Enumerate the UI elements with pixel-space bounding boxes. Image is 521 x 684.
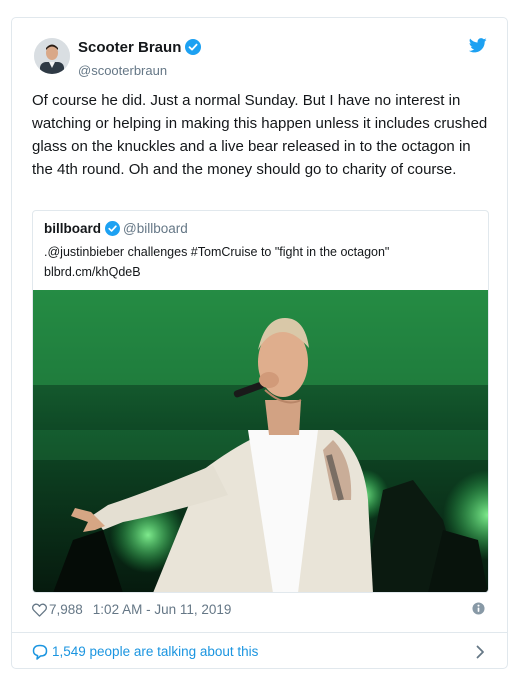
tweet-timestamp[interactable]: 1:02 AM - Jun 11, 2019 — [93, 602, 232, 617]
conversation-link[interactable]: 1,549 people are talking about this — [32, 642, 487, 662]
quoted-text: .@justinbieber challenges #TomCruise to … — [44, 242, 478, 282]
chevron-right-icon[interactable] — [476, 645, 485, 665]
speech-bubble-icon — [32, 644, 48, 666]
author-display-name[interactable]: Scooter Braun — [78, 38, 202, 60]
verified-badge-icon — [105, 221, 120, 241]
tweet-text: Of course he did. Just a normal Sunday. … — [32, 92, 488, 178]
author-handle[interactable]: @scooterbraun — [78, 62, 201, 80]
author-names: Scooter Braun @scooterbraun — [78, 38, 202, 80]
verified-badge-icon — [185, 39, 202, 60]
quoted-body: .@justinbieber challenges #TomCruise to … — [44, 245, 390, 259]
quoted-photo[interactable] — [33, 290, 488, 592]
heart-icon[interactable] — [32, 603, 47, 622]
divider — [12, 632, 507, 633]
quoted-author-name[interactable]: billboard — [44, 221, 101, 236]
tweet-card: Scooter Braun @scooterbraun Of course he… — [11, 17, 508, 669]
display-name-text[interactable]: Scooter Braun — [78, 39, 181, 56]
info-icon[interactable] — [472, 602, 485, 620]
quoted-link[interactable]: blbrd.cm/khQdeB — [44, 262, 478, 282]
like-count[interactable]: 7,988 — [49, 602, 83, 617]
quoted-header: billboard @billboard — [44, 220, 188, 241]
tweet-header: Scooter Braun @scooterbraun — [34, 38, 487, 78]
quoted-tweet[interactable]: billboard @billboard .@justinbieber chal… — [32, 210, 489, 593]
tweet-meta: 7,988 1:02 AM - Jun 11, 2019 — [32, 601, 487, 619]
twitter-bird-icon[interactable] — [468, 38, 487, 58]
avatar[interactable] — [34, 38, 70, 74]
conversation-count-text[interactable]: 1,549 people are talking about this — [52, 644, 258, 659]
quoted-author-handle[interactable]: @billboard — [123, 221, 188, 236]
